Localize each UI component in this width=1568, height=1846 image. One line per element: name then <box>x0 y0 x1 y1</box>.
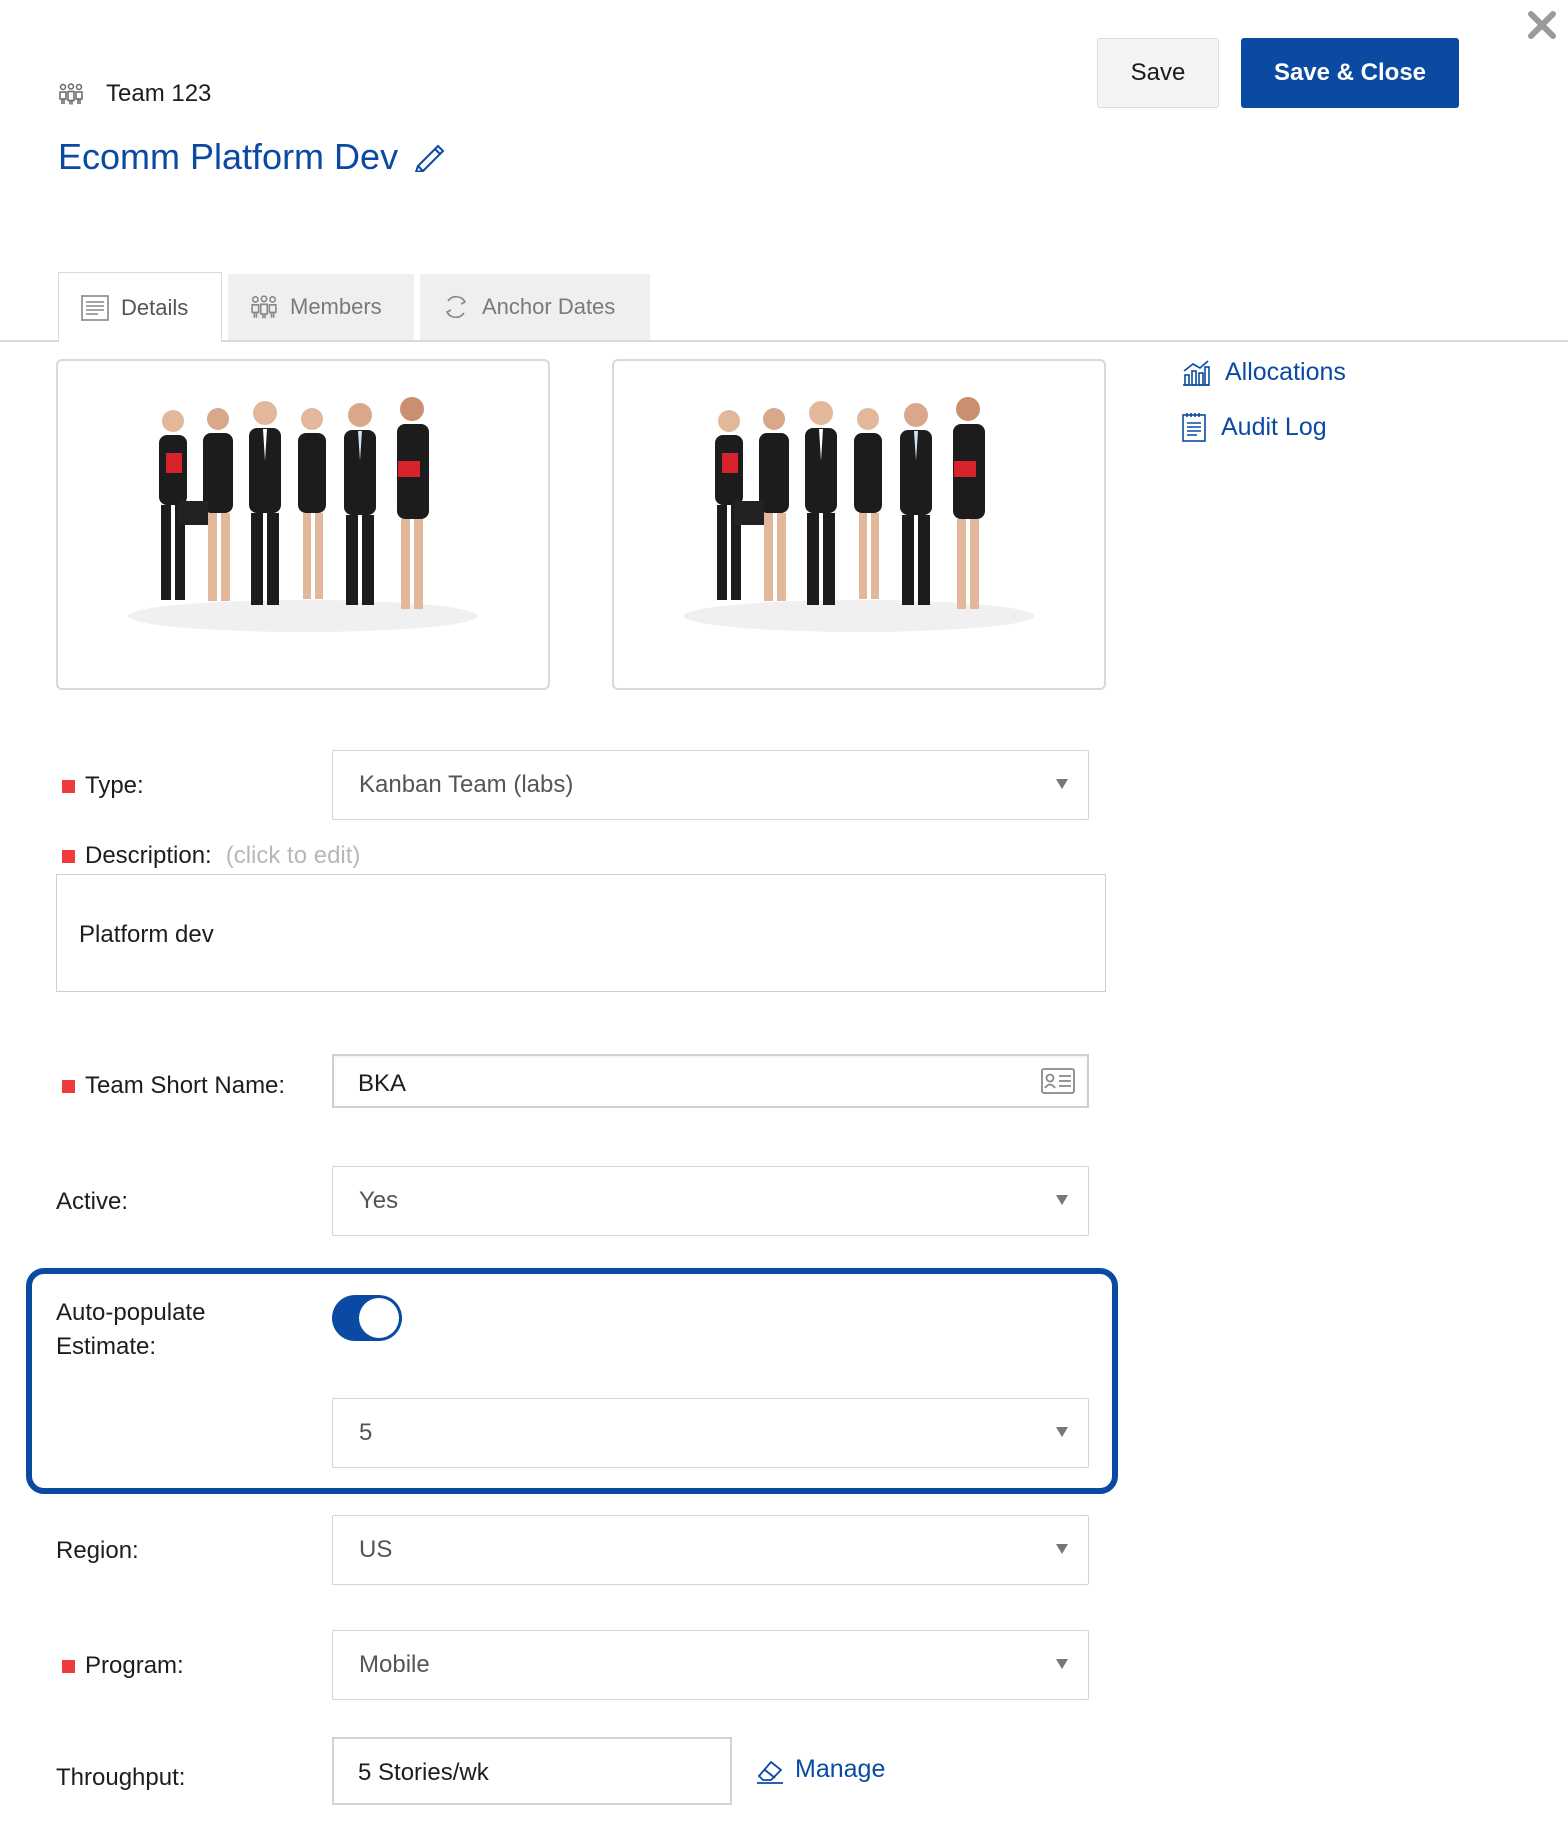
people-icon <box>59 83 83 105</box>
program-select[interactable]: Mobile <box>332 1630 1089 1700</box>
dropdown-arrow-icon <box>1056 1427 1068 1437</box>
type-select[interactable]: Kanban Team (labs) <box>332 750 1089 820</box>
tab-details[interactable]: Details <box>58 272 222 342</box>
allocations-label: Allocations <box>1225 358 1346 386</box>
description-box[interactable]: Platform dev <box>56 874 1106 992</box>
auto-populate-label: Auto-populate Estimate: <box>56 1296 205 1364</box>
short-name-value: BKA <box>358 1070 407 1097</box>
type-label-text: Type: <box>85 772 144 799</box>
program-value: Mobile <box>359 1651 430 1678</box>
type-label: Type: <box>62 772 144 800</box>
allocations-link[interactable]: Allocations <box>1181 358 1346 387</box>
dropdown-arrow-icon <box>1056 779 1068 789</box>
team-label: Team 123 <box>106 80 212 107</box>
toggle-knob <box>359 1298 399 1338</box>
short-name-label-text: Team Short Name: <box>85 1072 286 1099</box>
required-marker <box>62 1659 75 1673</box>
manage-link[interactable]: Manage <box>755 1755 885 1784</box>
type-value: Kanban Team (labs) <box>359 771 574 798</box>
page-title-row: Ecomm Platform Dev <box>58 136 446 178</box>
tab-label: Members <box>290 294 382 319</box>
active-label: Active: <box>56 1188 128 1216</box>
page-title: Ecomm Platform Dev <box>58 136 399 177</box>
estimate-value: 5 <box>359 1419 373 1446</box>
id-card-icon <box>1041 1068 1075 1094</box>
throughput-input[interactable]: 5 Stories/wk <box>332 1737 732 1805</box>
description-text: Platform dev <box>79 921 214 948</box>
manage-label: Manage <box>795 1755 886 1783</box>
chart-icon <box>1183 359 1210 386</box>
region-label-text: Region: <box>56 1537 139 1564</box>
tab-label: Anchor Dates <box>482 294 616 319</box>
active-label-text: Active: <box>56 1188 129 1215</box>
document-icon <box>81 294 109 321</box>
pencil-icon[interactable] <box>412 142 446 172</box>
description-label: Description: (click to edit) <box>62 842 360 870</box>
save-button[interactable]: Save <box>1097 38 1219 108</box>
team-photo[interactable] <box>612 359 1106 690</box>
program-label: Program: <box>62 1652 184 1680</box>
tab-divider <box>0 340 1568 342</box>
log-icon <box>1182 413 1206 442</box>
active-select[interactable]: Yes <box>332 1166 1089 1236</box>
save-close-button[interactable]: Save & Close <box>1241 38 1459 108</box>
auto-populate-toggle[interactable] <box>332 1295 402 1341</box>
description-label-text: Description: <box>85 842 212 869</box>
required-marker <box>62 779 75 793</box>
auto-populate-label-line: Auto-populate <box>56 1299 206 1326</box>
people-icon <box>251 295 277 319</box>
dropdown-arrow-icon <box>1056 1544 1068 1554</box>
close-icon[interactable] <box>1523 6 1561 44</box>
tab-anchor-dates[interactable]: Anchor Dates <box>420 274 650 340</box>
team-group-image <box>128 397 478 632</box>
refresh-icon <box>445 295 467 319</box>
team-photo[interactable] <box>56 359 550 690</box>
required-marker <box>62 1079 75 1093</box>
estimate-select[interactable]: 5 <box>332 1398 1089 1468</box>
throughput-label-text: Throughput: <box>56 1764 186 1791</box>
team-breadcrumb: Team 123 <box>58 80 211 108</box>
audit-log-link[interactable]: Audit Log <box>1181 412 1327 442</box>
tab-members[interactable]: Members <box>228 274 414 340</box>
team-group-image <box>684 397 1034 632</box>
region-value: US <box>359 1536 393 1563</box>
description-hint[interactable]: (click to edit) <box>226 842 361 870</box>
dropdown-arrow-icon <box>1056 1659 1068 1669</box>
short-name-input[interactable]: BKA <box>332 1054 1089 1108</box>
audit-log-label: Audit Log <box>1221 412 1327 441</box>
auto-populate-label-line: Estimate: <box>56 1333 157 1360</box>
active-value: Yes <box>359 1187 399 1214</box>
region-label: Region: <box>56 1537 139 1565</box>
required-marker <box>62 849 75 863</box>
program-label-text: Program: <box>85 1652 184 1679</box>
dropdown-arrow-icon <box>1056 1195 1068 1205</box>
throughput-value: 5 Stories/wk <box>358 1759 489 1786</box>
tab-label: Details <box>121 294 189 320</box>
short-name-label: Team Short Name: <box>62 1072 285 1100</box>
throughput-label: Throughput: <box>56 1764 185 1792</box>
region-select[interactable]: US <box>332 1515 1089 1585</box>
eraser-icon <box>757 1760 783 1784</box>
